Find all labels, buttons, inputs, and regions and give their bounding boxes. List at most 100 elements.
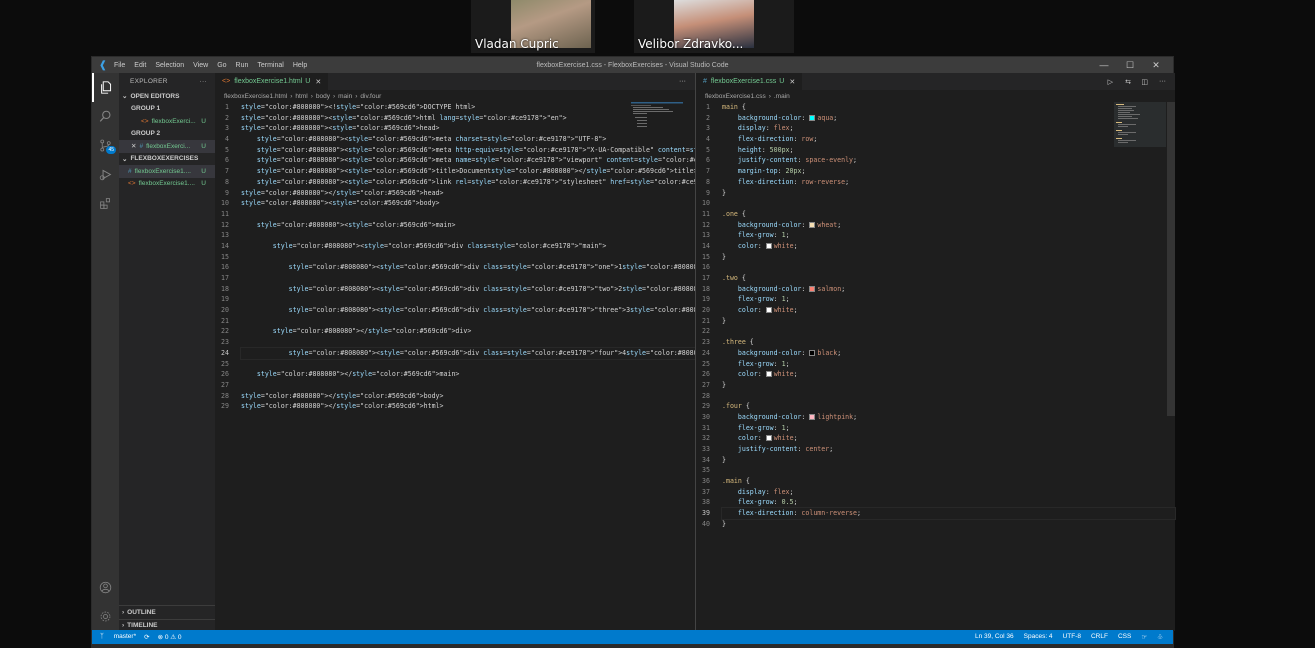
code-line[interactable]: 6 style="color:#808080"><style="color:#5… [215,155,884,166]
code-line[interactable]: 14 color: white; [696,241,1175,252]
code-text[interactable]: background-color: wheat; [722,220,841,231]
code-line[interactable]: 18 style="color:#808080"><style="color:#… [215,284,821,295]
minimap-left[interactable] [631,102,683,142]
code-line[interactable]: 22 [696,326,1175,337]
code-text[interactable]: style="color:#808080"><style="color:#569… [241,198,440,209]
code-line[interactable]: 37 display: flex; [696,487,1175,498]
code-text[interactable]: color: white; [722,305,798,316]
code-text[interactable]: justify-content: space-evenly; [722,155,857,166]
code-line[interactable]: 5 style="color:#808080"><style="color:#5… [215,145,817,156]
code-text[interactable]: background-color: black; [722,348,841,359]
code-line[interactable]: 10 [696,198,1175,209]
more-actions-icon[interactable]: ··· [1159,78,1166,85]
code-text[interactable]: flex-grow: 0.5; [722,497,798,508]
code-text[interactable]: style="color:#808080"><style="color:#569… [241,166,698,177]
minimap-right[interactable] [1114,102,1166,147]
code-line[interactable]: 22 style="color:#808080"></style="color:… [215,326,695,337]
code-line[interactable]: 24 style="color:#808080"><style="color:#… [215,346,825,360]
code-line[interactable]: 30 background-color: lightpink; [696,412,1175,423]
code-text[interactable]: flex-grow: 1; [722,359,790,370]
code-text[interactable]: background-color: aqua; [722,113,837,124]
run-debug-icon[interactable] [92,160,119,189]
code-line[interactable]: 3 display: flex; [696,123,1175,134]
code-text[interactable]: style="color:#808080"></style="color:#56… [241,188,444,199]
indentation-status[interactable]: Spaces: 4 [1024,633,1053,641]
code-line[interactable]: 24 background-color: black; [696,348,1175,359]
file-item-css[interactable]: # flexboxExercise1.... U [119,165,215,178]
code-text[interactable]: } [722,380,726,391]
code-text[interactable]: color: white; [722,369,798,380]
explorer-icon[interactable] [92,73,119,102]
code-line[interactable]: 20 color: white; [696,305,1175,316]
code-line[interactable]: 4 style="color:#808080"><style="color:#5… [215,134,695,145]
code-line[interactable]: 29 style="color:#808080"></style="color:#… [215,401,695,412]
code-text[interactable]: } [722,455,726,466]
vertical-scrollbar[interactable] [1167,102,1175,416]
close-tab-icon[interactable]: ✕ [789,78,795,86]
code-text[interactable]: display: flex; [722,123,794,134]
code-text[interactable]: style="color:#808080"><style="color:#569… [241,134,606,145]
code-line[interactable]: 34} [696,455,1175,466]
code-line[interactable]: 31 flex-grow: 1; [696,423,1175,434]
menu-edit[interactable]: Edit [134,62,146,69]
code-line[interactable]: 39 flex-direction: column-reverse; [696,507,1176,520]
code-text[interactable]: display: flex; [722,487,794,498]
language-mode[interactable]: CSS [1118,633,1131,641]
code-text[interactable]: flex-grow: 1; [722,423,790,434]
code-line[interactable]: 25 flex-grow: 1; [696,359,1175,370]
split-editor-icon[interactable]: ◫ [1141,78,1148,86]
code-text[interactable]: flex-grow: 1; [722,294,790,305]
more-actions-icon[interactable]: ··· [679,78,686,85]
code-line[interactable]: 23 .three { [696,337,1175,348]
code-line[interactable]: 4 flex-direction: row; [696,134,1175,145]
code-line[interactable]: 12 background-color: wheat; [696,220,1175,231]
breadcrumb-item[interactable]: main [338,93,352,100]
code-line[interactable]: 36 .main { [696,476,1175,487]
open-changes-icon[interactable]: ⇆ [1125,78,1131,86]
code-line[interactable]: 1 style="color:#808080"><!style="color:#5… [215,102,695,113]
code-line[interactable]: 28 [696,391,1175,402]
code-line[interactable]: 1 main { [696,102,1175,113]
code-line[interactable]: 11 [215,209,695,220]
code-text[interactable]: .three { [722,337,754,348]
code-line[interactable]: 35 [696,465,1175,476]
code-line[interactable]: 12 style="color:#808080"><style="color:#… [215,220,695,231]
code-line[interactable]: 9 style="color:#808080"></style="color:#5… [215,188,695,199]
close-window-button[interactable]: ✕ [1143,57,1169,73]
code-line[interactable]: 8 style="color:#808080"><style="color:#5… [215,177,809,188]
code-text[interactable]: color: white; [722,433,798,444]
code-text[interactable]: .two { [722,273,746,284]
code-text[interactable]: style="color:#808080"><style="color:#569… [241,241,607,252]
extensions-icon[interactable] [92,189,119,218]
breadcrumb-item[interactable]: flexboxExercise1.css [705,93,766,100]
code-text[interactable]: } [722,316,726,327]
code-line[interactable]: 25 [215,359,695,370]
code-line[interactable]: 10 style="color:#808080"><style="color:#5… [215,198,695,209]
code-line[interactable]: 13 flex-grow: 1; [696,230,1175,241]
code-line[interactable]: 14 style="color:#808080"><style="color:#… [215,241,695,252]
close-editor-icon[interactable]: ✕ [131,142,136,150]
breadcrumb-item[interactable]: flexboxExercise1.html [224,93,287,100]
code-text[interactable]: style="color:#808080"></style="color:#56… [241,326,472,337]
code-line[interactable]: 2 style="color:#808080"><style="color:#56… [215,113,695,124]
menu-go[interactable]: Go [217,62,226,69]
code-text[interactable]: color: white; [722,241,798,252]
breadcrumb-item[interactable]: .main [774,93,790,100]
code-line[interactable]: 23 [215,337,695,348]
code-text[interactable]: style="color:#808080"></style="color:#56… [241,401,444,412]
code-line[interactable]: 33 justify-content: center; [696,444,1175,455]
code-text[interactable]: background-color: salmon; [722,284,845,295]
code-line[interactable]: 16 [696,262,1175,273]
code-line[interactable]: 27} [696,380,1175,391]
code-line[interactable]: 19 [215,294,695,305]
code-text[interactable]: style="color:#808080"><style="color:#569… [240,346,825,360]
maximize-button[interactable]: ☐ [1117,57,1143,73]
code-text[interactable]: style="color:#808080"><style="color:#569… [241,113,567,124]
code-line[interactable]: 27 [215,380,695,391]
code-line[interactable]: 13 [215,230,695,241]
source-control-icon[interactable]: 45 [92,131,119,160]
tab-css-file[interactable]: # flexboxExercise1.css U ✕ [696,73,803,90]
breadcrumb-item[interactable]: body [316,93,330,100]
code-line[interactable]: 15} [696,252,1175,263]
code-line[interactable]: 7 style="color:#808080"><style="color:#5… [215,166,698,177]
